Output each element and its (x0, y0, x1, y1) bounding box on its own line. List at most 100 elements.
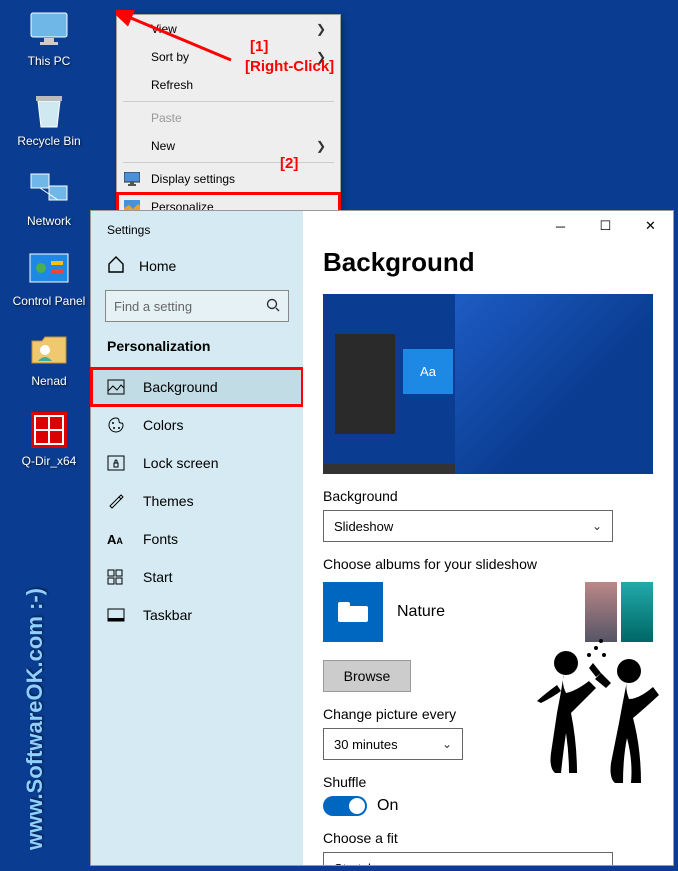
desktop-icon-qdir[interactable]: Q-Dir_x64 (4, 410, 94, 468)
display-icon (123, 170, 141, 188)
desktop-icon-recycle-bin[interactable]: Recycle Bin (4, 90, 94, 148)
sidebar-item-fonts[interactable]: AA Fonts (91, 520, 303, 558)
lockscreen-icon (107, 455, 129, 471)
change-interval-dropdown[interactable]: 30 minutes ⌄ (323, 728, 463, 760)
context-menu-paste: Paste (117, 104, 340, 132)
chevron-down-icon: ⌄ (592, 519, 602, 533)
dropdown-value: Slideshow (334, 519, 393, 534)
context-menu-display-settings[interactable]: Display settings (117, 165, 340, 193)
album-thumbnail (585, 582, 617, 642)
chevron-down-icon: ⌄ (442, 737, 452, 751)
albums-label: Choose albums for your slideshow (323, 556, 653, 572)
fonts-icon: AA (107, 532, 129, 547)
menu-separator (123, 101, 334, 102)
shuffle-toggle[interactable] (323, 796, 367, 816)
menu-separator (123, 162, 334, 163)
chevron-right-icon: ❯ (316, 139, 326, 153)
menu-item-label: View (151, 22, 177, 36)
sidebar-item-label: Fonts (143, 531, 178, 547)
sidebar-item-label: Colors (143, 417, 183, 433)
browse-label: Browse (344, 668, 391, 684)
themes-icon (107, 492, 129, 510)
desktop-icon-label: Nenad (31, 374, 66, 388)
folder-icon (323, 582, 383, 642)
sidebar-item-background[interactable]: Background (91, 368, 303, 406)
desktop-context-menu: View ❯ Sort by ❯ Refresh Paste New ❯ Dis… (116, 14, 341, 222)
sidebar-section-head: Personalization (91, 338, 303, 368)
sidebar-item-label: Lock screen (143, 455, 218, 471)
chevron-right-icon: ❯ (316, 22, 326, 36)
page-title: Background (323, 247, 653, 278)
network-icon (29, 170, 69, 210)
sidebar-item-label: Start (143, 569, 173, 585)
window-title-bar-controls: ─ ☐ ✕ (538, 211, 673, 241)
minimize-button[interactable]: ─ (538, 211, 583, 241)
chevron-down-icon: ⌄ (592, 861, 602, 865)
context-menu-sort-by[interactable]: Sort by ❯ (117, 43, 340, 71)
album-selection[interactable]: Nature (323, 582, 653, 642)
background-preview: Aa (323, 294, 653, 474)
user-folder-icon (29, 330, 69, 370)
desktop-icon-network[interactable]: Network (4, 170, 94, 228)
menu-item-label: Paste (151, 111, 182, 125)
sidebar-item-taskbar[interactable]: Taskbar (91, 596, 303, 634)
desktop-icon-label: Control Panel (13, 294, 86, 308)
settings-search-input[interactable]: Find a setting (105, 290, 289, 322)
picture-icon (107, 379, 129, 395)
trash-icon (29, 90, 69, 130)
dropdown-value: 30 minutes (334, 737, 398, 752)
sidebar-item-colors[interactable]: Colors (91, 406, 303, 444)
sidebar-home[interactable]: Home (91, 249, 303, 282)
palette-icon (107, 416, 129, 434)
sidebar-home-label: Home (139, 258, 176, 274)
menu-item-label: Sort by (151, 50, 189, 64)
context-menu-view[interactable]: View ❯ (117, 15, 340, 43)
choose-fit-label: Choose a fit (323, 830, 653, 846)
settings-sidebar: Settings Home Find a setting Personaliza… (91, 211, 303, 865)
desktop-icon-user[interactable]: Nenad (4, 330, 94, 388)
desktop-icon-label: Recycle Bin (17, 134, 80, 148)
menu-item-label: Display settings (151, 172, 235, 186)
taskbar-icon (107, 608, 129, 622)
preview-taskbar (323, 464, 653, 474)
search-icon (266, 298, 280, 315)
qdir-icon (29, 410, 69, 450)
desktop-icon-this-pc[interactable]: This PC (4, 10, 94, 68)
shuffle-state: On (377, 797, 398, 815)
desktop-icon-column: This PC Recycle Bin Network Control Pane… (4, 10, 94, 490)
background-type-dropdown[interactable]: Slideshow ⌄ (323, 510, 613, 542)
album-name: Nature (397, 603, 445, 621)
preview-tile: Aa (403, 349, 453, 394)
close-button[interactable]: ✕ (628, 211, 673, 241)
menu-item-label: New (151, 139, 175, 153)
context-menu-new[interactable]: New ❯ (117, 132, 340, 160)
start-icon (107, 569, 129, 585)
maximize-button[interactable]: ☐ (583, 211, 628, 241)
desktop-icon-label: This PC (28, 54, 71, 68)
dropdown-value: Stretch (334, 861, 375, 866)
sidebar-item-themes[interactable]: Themes (91, 482, 303, 520)
sidebar-item-lockscreen[interactable]: Lock screen (91, 444, 303, 482)
sidebar-item-label: Background (143, 379, 218, 395)
shuffle-label: Shuffle (323, 774, 653, 790)
monitor-icon (29, 10, 69, 50)
preview-window (463, 326, 549, 436)
desktop-icon-label: Q-Dir_x64 (22, 454, 77, 468)
home-icon (107, 255, 125, 276)
watermark: www.SoftwareOK.com :-) (22, 588, 48, 850)
search-placeholder: Find a setting (114, 299, 192, 314)
chevron-right-icon: ❯ (316, 50, 326, 64)
sidebar-item-label: Taskbar (143, 607, 192, 623)
preview-start-menu (335, 334, 395, 434)
fit-dropdown[interactable]: Stretch ⌄ (323, 852, 613, 865)
settings-main-panel: ─ ☐ ✕ Background Aa Background Slideshow… (303, 211, 673, 865)
menu-item-label: Refresh (151, 78, 193, 92)
sidebar-item-label: Themes (143, 493, 194, 509)
desktop-icon-control-panel[interactable]: Control Panel (4, 250, 94, 308)
context-menu-refresh[interactable]: Refresh (117, 71, 340, 99)
sidebar-item-start[interactable]: Start (91, 558, 303, 596)
change-picture-label: Change picture every (323, 706, 653, 722)
album-thumbnail (621, 582, 653, 642)
browse-button[interactable]: Browse (323, 660, 411, 692)
control-panel-icon (29, 250, 69, 290)
